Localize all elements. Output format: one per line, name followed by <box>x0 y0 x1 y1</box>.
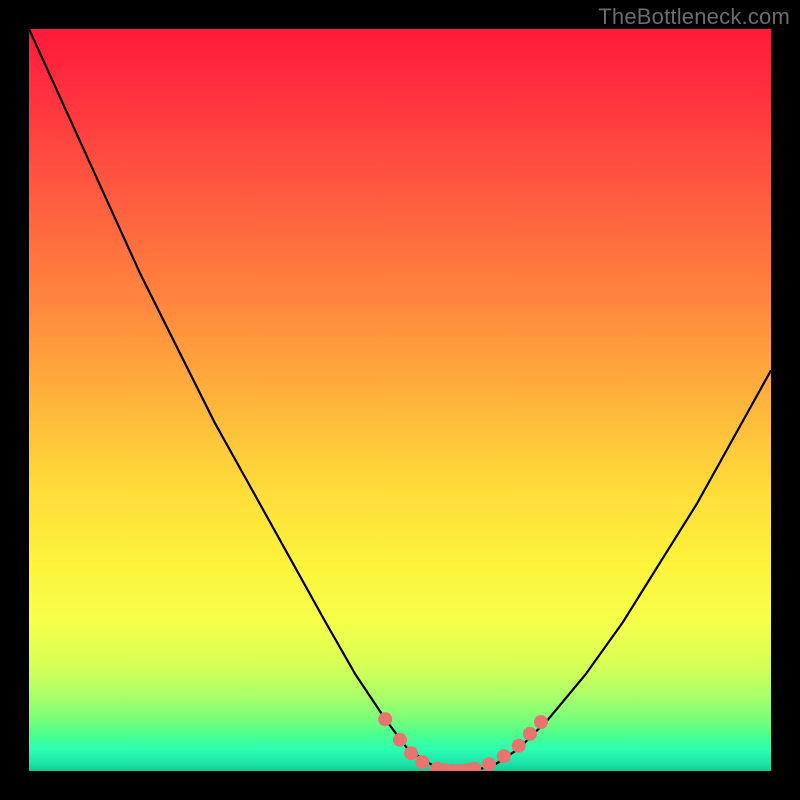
curve-marker <box>534 715 548 729</box>
curve-marker <box>512 739 526 753</box>
curve-markers <box>378 712 548 771</box>
watermark-text: TheBottleneck.com <box>598 4 790 30</box>
plot-area <box>29 29 771 771</box>
curve-marker <box>378 712 392 726</box>
curve-marker <box>404 746 418 760</box>
curve-path <box>29 29 771 771</box>
bottleneck-curve <box>29 29 771 771</box>
curve-marker <box>415 755 429 769</box>
curve-marker <box>482 757 496 771</box>
curve-marker <box>497 749 511 763</box>
curve-marker <box>523 727 537 741</box>
curve-marker <box>393 733 407 747</box>
chart-frame: TheBottleneck.com <box>0 0 800 800</box>
curve-marker <box>467 762 481 771</box>
